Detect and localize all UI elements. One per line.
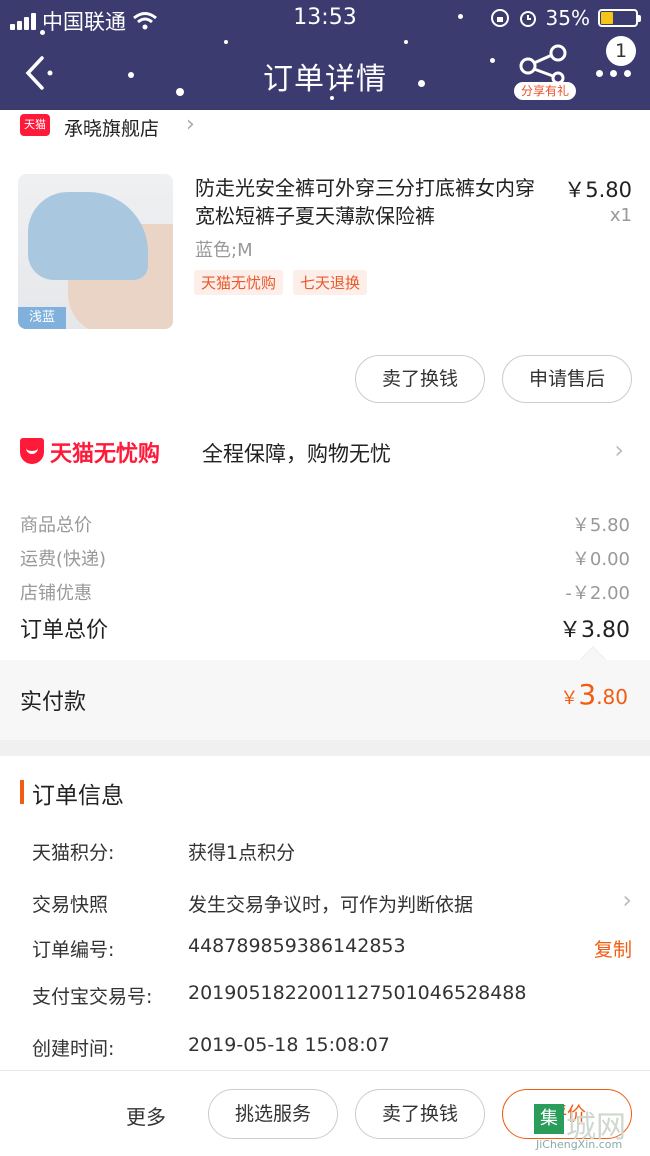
shipping-row: 运费(快递) ￥0.00 [20,545,630,571]
paid-currency: ￥ [560,688,579,709]
chevron-right-icon: › [622,886,632,914]
share-label: 分享有礼 [514,82,576,100]
watermark-logo: 集 [534,1104,564,1134]
product-image[interactable]: 浅蓝 [18,174,173,329]
discount-row: 店铺优惠 -￥2.00 [20,579,630,605]
guarantee-brand: 天猫无忧购 [50,442,161,467]
alarm-icon [519,11,536,27]
sell-bottom-button[interactable]: 卖了换钱 [355,1089,485,1139]
decor-star [224,40,228,44]
caret-decor [580,646,606,672]
subtotal-row: 商品总价 ￥5.80 [20,511,630,537]
store-name: 承晓旗舰店 [64,118,160,140]
product-title[interactable]: 防走光安全裤可外穿三分打底裤女内穿宽松短裤子夏天薄款保险裤 [195,174,545,230]
store-row[interactable]: 天猫 承晓旗舰店 › [0,110,650,146]
order-total-label: 订单总价 [20,618,109,643]
tmall-shield-icon [20,438,44,464]
product-price: ￥5.80 [564,178,632,202]
product-photo-shorts [28,192,148,280]
battery-icon [598,9,641,27]
more-button[interactable]: 更多 [126,1101,166,1130]
snapshot-label: 交易快照 [32,894,109,916]
product-color-tag: 浅蓝 [18,307,66,329]
watermark-url: JiChengXin.com [536,1138,623,1151]
shipping-label: 运费(快递) [20,549,107,570]
tag-worry-free: 天猫无忧购 [194,270,284,295]
subtotal-label: 商品总价 [20,515,92,536]
chevron-right-icon: › [186,112,195,137]
select-service-button[interactable]: 挑选服务 [208,1089,338,1139]
discount-value: -￥2.00 [565,583,630,604]
section-accent-bar [20,780,24,804]
copy-button[interactable]: 复制 [594,935,632,962]
product-spec: 蓝色;M [195,240,253,261]
after-sale-button[interactable]: 申请售后 [502,355,632,403]
guarantee-text: 全程保障，购物无忧 [202,442,391,466]
subtotal-value: ￥5.80 [571,515,630,536]
order-total-value: ￥3.80 [559,618,630,643]
message-count-badge: 1 [606,36,636,66]
shipping-value: ￥0.00 [571,549,630,570]
discount-label: 店铺优惠 [20,583,92,604]
guarantee-row[interactable]: 天猫无忧购 全程保障，购物无忧 › [0,430,650,476]
paid-label: 实付款 [20,690,87,715]
decor-star [404,40,408,44]
order-info-title: 订单信息 [32,783,124,809]
share-icon [519,44,567,85]
alipay-label: 支付宝交易号: [32,986,153,1008]
alipay-value: 2019051822001127501046528488 [188,982,527,1004]
product-quantity: x1 [609,205,632,226]
paid-dec: .80 [596,685,628,709]
sell-button[interactable]: 卖了换钱 [355,355,485,403]
rotation-lock-icon [490,9,509,27]
order-total-row: 订单总价 ￥3.80 [20,612,630,644]
created-time-label: 创建时间: [32,1038,115,1060]
header: 中国联通 13:53 35% 订单详情 分享有礼 1 [0,0,650,110]
watermark: 集 城网 JiChengXin.com [534,1104,646,1154]
tag-seven-day-return: 七天退换 [293,270,368,295]
paid-int: 3 [578,678,597,711]
paid-row: 实付款 ￥3.80 [0,646,650,740]
more-menu-icon[interactable] [596,70,631,77]
points-label: 天猫积分: [32,842,115,864]
order-number-label: 订单编号: [32,939,115,961]
chevron-right-icon: › [614,436,624,464]
status-bar: 中国联通 13:53 35% [0,0,650,36]
product-tags: 天猫无忧购 七天退换 [194,270,368,295]
snapshot-value: 发生交易争议时，可作为判断依据 [188,894,474,916]
created-time-value: 2019-05-18 15:08:07 [188,1034,390,1056]
paid-value: ￥3.80 [560,678,628,711]
tmall-logo: 天猫 [20,114,50,136]
points-value: 获得1点积分 [188,842,296,864]
section-divider [0,740,650,756]
share-button[interactable]: 分享有礼 [514,44,576,100]
order-number-value: 448789859386142853 [188,935,406,957]
battery-percent: 35% [545,6,590,30]
